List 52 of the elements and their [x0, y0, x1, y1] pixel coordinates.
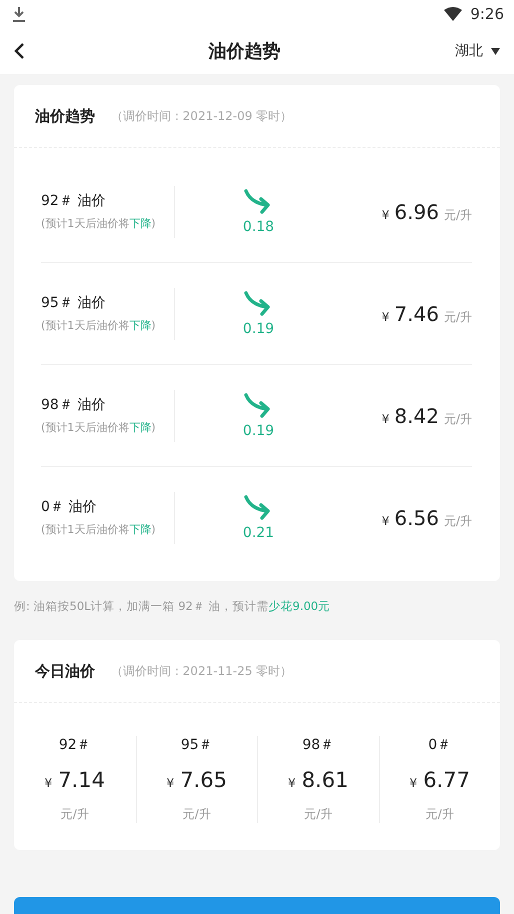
adjust-time: （调价时间 : 2021-11-25 零时）: [111, 662, 292, 680]
price-unit: 元/升: [444, 308, 472, 326]
price-change: 0.21: [242, 524, 274, 540]
fuel-price: 6.96: [394, 200, 439, 224]
fuel-price: 7.14: [58, 768, 105, 792]
currency-sign: ¥: [410, 776, 418, 790]
saving-tip: 例: 油箱按50L计算，加满一箱 92＃ 油，预计需少花9.00元: [14, 599, 332, 614]
fuel-name: 0＃ 油价: [41, 498, 98, 516]
fuel-price: 6.77: [423, 768, 470, 792]
currency-sign: ¥: [44, 776, 52, 790]
back-icon: [14, 42, 25, 60]
price-unit: 元/升: [304, 806, 332, 823]
fuel-name: 92＃ 油价: [41, 192, 106, 210]
fuel-price: 7.46: [394, 302, 439, 326]
price-unit: 元/升: [444, 206, 472, 224]
price-change: 0.19: [242, 422, 274, 438]
caret-icon: [491, 48, 500, 54]
currency-sign: ¥: [288, 776, 296, 790]
forecast-hint: (预计1天后油价将下降): [41, 522, 157, 537]
price-unit: 元/升: [182, 806, 211, 823]
price-unit: 元/升: [60, 806, 89, 823]
price-change: 0.19: [242, 320, 274, 336]
status-time: 9:26: [470, 5, 504, 23]
currency-sign: ¥: [382, 310, 390, 324]
fuel-grade: 98＃: [302, 736, 334, 754]
region-dropdown[interactable]: 湖北: [455, 42, 500, 60]
currency-sign: ¥: [382, 514, 390, 528]
fuel-name: 98＃ 油价: [41, 396, 106, 414]
card-title: 油价趋势: [35, 106, 95, 126]
fuel-name: 95＃ 油价: [41, 294, 106, 312]
currency-sign: ¥: [382, 208, 390, 222]
adjust-time: （调价时间 : 2021-12-09 零时）: [111, 108, 292, 124]
price-unit: 元/升: [426, 806, 454, 823]
fuel-grade: 92＃: [58, 736, 91, 754]
fuel-grade: 95＃: [180, 736, 213, 754]
card-title: 今日油价: [35, 662, 95, 680]
price-unit: 元/升: [444, 512, 472, 530]
forecast-hint: (预计1天后油价将下降): [41, 318, 157, 333]
fuel-price: 8.61: [302, 768, 348, 792]
fuel-price: 7.65: [180, 768, 227, 792]
currency-sign: ¥: [382, 412, 390, 426]
fuel-price: 6.56: [394, 506, 439, 530]
price-change: 0.18: [242, 218, 274, 234]
page-title: 油价趋势: [207, 40, 282, 63]
currency-sign: ¥: [166, 776, 174, 790]
wifi-icon: [444, 7, 462, 21]
fuel-grade: 0＃: [428, 736, 452, 754]
price-unit: 元/升: [444, 410, 472, 428]
forecast-hint: (预计1天后油价将下降): [41, 420, 157, 435]
fuel-price: 8.42: [394, 404, 439, 428]
forecast-hint: (预计1天后油价将下降): [41, 216, 157, 231]
download-icon: [12, 6, 26, 22]
